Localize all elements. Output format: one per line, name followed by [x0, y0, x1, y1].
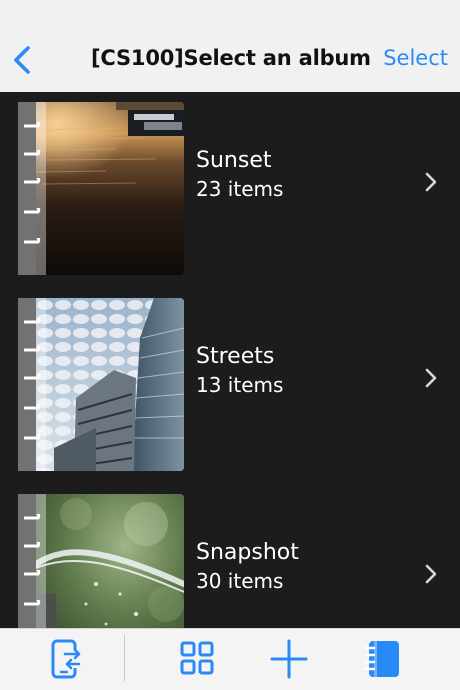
back-button[interactable]: [6, 40, 42, 80]
binder-ring-icon: [24, 346, 41, 352]
album-name: Streets: [196, 344, 275, 369]
album-name: Sunset: [196, 148, 272, 173]
album-cover: [8, 102, 184, 275]
album-binding: [18, 102, 46, 275]
album-book-icon: [364, 641, 399, 677]
album-name: Snapshot: [196, 540, 299, 565]
binder-ring-icon: [24, 122, 41, 128]
binder-ring-icon: [24, 318, 41, 324]
album-binding: [18, 298, 46, 471]
album-cover-image: [36, 102, 184, 275]
binder-ring-icon: [24, 570, 41, 576]
page-title: [CS100]Select an album: [91, 46, 371, 70]
binder-ring-icon: [24, 542, 41, 548]
navigation-bar: [CS100]Select an album Select: [0, 0, 460, 92]
select-button[interactable]: Select: [383, 46, 448, 70]
binder-ring-icon: [24, 238, 41, 244]
toolbar-divider: [124, 635, 125, 681]
transfer-button[interactable]: [42, 637, 88, 681]
album-row-streets[interactable]: Streets 13 items: [0, 288, 460, 474]
album-row-sunset[interactable]: Sunset 23 items: [0, 92, 460, 278]
album-row-snapshot[interactable]: Snapshot 30 items: [0, 484, 460, 628]
binder-ring-icon: [24, 208, 41, 214]
album-cover: [8, 298, 184, 471]
album-cover-image: [36, 494, 184, 628]
phone-transfer-icon: [51, 639, 84, 679]
chevron-right-icon: [425, 172, 437, 192]
binder-ring-icon: [24, 514, 41, 520]
grid-view-button[interactable]: [174, 637, 220, 681]
bottom-toolbar: [0, 628, 460, 690]
album-item-count: 30 items: [196, 569, 284, 593]
album-item-count: 23 items: [196, 177, 284, 201]
chevron-right-icon: [425, 368, 437, 388]
album-view-button[interactable]: [360, 637, 406, 681]
album-cover-image: [36, 298, 184, 471]
binder-ring-icon: [24, 600, 41, 606]
binder-ring-icon: [24, 374, 41, 380]
chevron-right-icon: [425, 564, 437, 584]
album-list: Sunset 23 items Streets 13 items Snapsho…: [0, 92, 460, 628]
binder-ring-icon: [24, 178, 41, 184]
binder-ring-icon: [24, 434, 41, 440]
grid-view-icon: [180, 641, 214, 675]
album-binding: [18, 494, 46, 628]
album-cover: [8, 494, 184, 628]
binder-ring-icon: [24, 404, 41, 410]
plus-icon: [270, 639, 308, 679]
chevron-left-icon: [14, 46, 30, 74]
add-button[interactable]: [266, 637, 312, 681]
album-item-count: 13 items: [196, 373, 284, 397]
binder-ring-icon: [24, 150, 41, 156]
